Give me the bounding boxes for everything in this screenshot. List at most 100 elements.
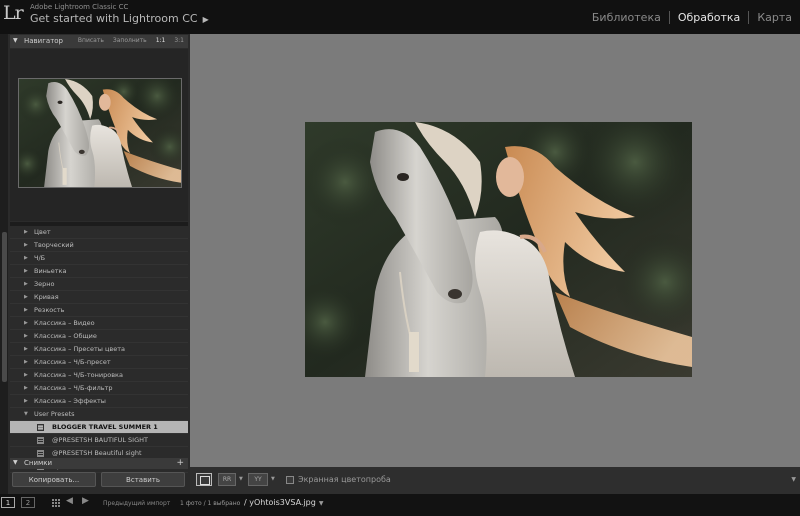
preset-folder[interactable]: ▶ Цвет xyxy=(10,226,188,239)
copy-button[interactable]: Копировать... xyxy=(12,472,96,487)
triangle-right-icon[interactable]: ▶ xyxy=(24,333,32,339)
triangle-down-icon[interactable]: ▼ xyxy=(13,37,18,44)
preset-folder-label: Классика – Ч/Б-пресет xyxy=(34,358,111,366)
soft-proofing-label: Экранная цветопроба xyxy=(298,475,391,484)
preset-folder-label: Кривая xyxy=(34,293,59,301)
triangle-right-icon[interactable]: ▶ xyxy=(24,385,32,391)
soft-proofing-checkbox[interactable] xyxy=(286,476,294,484)
preset-folder[interactable]: ▶ Ч/Б xyxy=(10,252,188,265)
triangle-right-icon[interactable]: ▶ xyxy=(24,281,32,287)
preset-folder-label: Ч/Б xyxy=(34,254,46,262)
triangle-right-icon[interactable]: ▶ xyxy=(24,242,32,248)
chevron-down-icon[interactable]: ▼ xyxy=(239,476,243,482)
triangle-right-icon[interactable]: ▶ xyxy=(24,255,32,261)
preset-folder-label: Цвет xyxy=(34,228,51,236)
add-snapshot-icon[interactable]: + xyxy=(176,458,184,468)
navigator-header[interactable]: ▼ Навигатор Вписать Заполнить 1:1 3:1 xyxy=(10,35,188,48)
preset-icon xyxy=(37,449,44,457)
preset-folder[interactable]: ▶ Резкость xyxy=(10,304,188,317)
chevron-down-icon: ▼ xyxy=(318,500,324,507)
play-arrow-icon: ▶ xyxy=(202,15,209,24)
preset-icon xyxy=(37,436,44,444)
filename-selector[interactable]: / yOhtois3VSA.jpg ▼ xyxy=(244,498,323,507)
zoom-fit[interactable]: Вписать xyxy=(78,37,104,44)
preset-folder-label: Виньетка xyxy=(34,267,67,275)
preset-folder[interactable]: ▶ Классика – Видео xyxy=(10,317,188,330)
before-after-swap-button[interactable]: YY xyxy=(248,473,268,486)
preset-folder-label: Классика – Ч/Б-тонировка xyxy=(34,371,123,379)
get-started-link[interactable]: Get started with Lightroom CC ▶ xyxy=(30,12,209,25)
triangle-right-icon[interactable]: ▶ xyxy=(24,398,32,404)
triangle-right-icon[interactable]: ▶ xyxy=(24,346,32,352)
preset-folder[interactable]: ▶ Классика – Эффекты xyxy=(10,395,188,408)
main-photo[interactable] xyxy=(305,122,692,377)
main-window-button[interactable]: 1 xyxy=(1,497,15,508)
preset-folder-user[interactable]: ▼ User Presets xyxy=(10,408,188,421)
path-separator: / xyxy=(244,498,247,507)
second-window-button[interactable]: 2 xyxy=(21,497,35,508)
preset-item-label: BLOGGER TRAVEL SUMMER 1 xyxy=(52,423,158,431)
preset-folder[interactable]: ▶ Классика – Общие xyxy=(10,330,188,343)
preset-folder-label: Зерно xyxy=(34,280,55,288)
zoom-3-1[interactable]: 3:1 xyxy=(174,37,184,44)
preset-folder-label: User Presets xyxy=(34,410,75,418)
preset-folder-label: Резкость xyxy=(34,306,65,314)
navigator-zoom-options: Вписать Заполнить 1:1 3:1 xyxy=(78,37,184,44)
preset-folder[interactable]: ▶ Классика – Ч/Б-тонировка xyxy=(10,369,188,382)
left-panel-scrollbar[interactable] xyxy=(2,232,7,382)
preset-folder-label: Классика – Общие xyxy=(34,332,97,340)
module-picker: Библиотека Обработка Карта xyxy=(584,11,800,24)
preset-folder-label: Классика – Видео xyxy=(34,319,95,327)
preset-folder-label: Творческий xyxy=(34,241,74,249)
preset-item[interactable]: @PRESETSH BAUTIFUL SIGHT xyxy=(10,434,188,447)
preset-item-label: @PRESETSH Beautiful sight xyxy=(52,449,142,457)
chevron-down-icon[interactable]: ▼ xyxy=(271,476,275,482)
snapshots-title: Снимки xyxy=(24,459,53,467)
zoom-fill[interactable]: Заполнить xyxy=(113,37,147,44)
presets-list: ▶ Цвет ▶ Творческий ▶ Ч/Б ▶ Виньетка ▶ Зерно ▶ Крив… xyxy=(10,226,188,473)
filename: yOhtois3VSA.jpg xyxy=(249,498,316,507)
get-started-label: Get started with Lightroom CC xyxy=(30,12,198,25)
preset-folder[interactable]: ▶ Классика – Ч/Б-пресет xyxy=(10,356,188,369)
toolbar-menu-icon[interactable]: ▼ xyxy=(791,476,796,483)
preset-folder[interactable]: ▶ Зерно xyxy=(10,278,188,291)
preset-folder[interactable]: ▶ Творческий xyxy=(10,239,188,252)
develop-toolbar: RR ▼ YY ▼ Экранная цветопроба ▼ xyxy=(190,467,800,494)
previous-import-label[interactable]: Предыдущий импорт xyxy=(103,500,170,507)
triangle-right-icon[interactable]: ▶ xyxy=(24,320,32,326)
preset-folder[interactable]: ▶ Виньетка xyxy=(10,265,188,278)
arrow-right-icon[interactable]: ▶ xyxy=(82,496,89,506)
triangle-right-icon[interactable]: ▶ xyxy=(24,307,32,313)
triangle-right-icon[interactable]: ▶ xyxy=(24,359,32,365)
zoom-1-1[interactable]: 1:1 xyxy=(156,37,166,44)
photo-count: 1 фото / 1 выбрано xyxy=(180,500,241,507)
preset-folder-label: Классика – Пресеты цвета xyxy=(34,345,126,353)
preset-item-label: @PRESETSH BAUTIFUL SIGHT xyxy=(52,436,148,444)
triangle-down-icon[interactable]: ▼ xyxy=(24,411,32,417)
triangle-right-icon[interactable]: ▶ xyxy=(24,294,32,300)
preset-folder-label: Классика – Ч/Б-фильтр xyxy=(34,384,113,392)
module-develop[interactable]: Обработка xyxy=(668,11,748,24)
navigator-title: Навигатор xyxy=(24,37,63,45)
preset-folder-label: Классика – Эффекты xyxy=(34,397,106,405)
snapshots-header[interactable]: ▼ Снимки + xyxy=(10,458,188,469)
triangle-down-icon[interactable]: ▼ xyxy=(13,459,18,466)
preset-folder[interactable]: ▶ Классика – Пресеты цвета xyxy=(10,343,188,356)
preset-folder[interactable]: ▶ Кривая xyxy=(10,291,188,304)
preset-icon xyxy=(37,423,44,431)
arrow-left-icon[interactable]: ◀ xyxy=(66,496,73,506)
module-library[interactable]: Библиотека xyxy=(584,11,669,24)
loupe-view-button[interactable] xyxy=(196,473,212,486)
preset-item[interactable]: BLOGGER TRAVEL SUMMER 1 xyxy=(10,421,188,434)
before-after-button[interactable]: RR xyxy=(218,473,236,486)
preset-folder[interactable]: ▶ Классика – Ч/Б-фильтр xyxy=(10,382,188,395)
module-map[interactable]: Карта xyxy=(748,11,800,24)
triangle-right-icon[interactable]: ▶ xyxy=(24,372,32,378)
lightroom-logo: Lr xyxy=(3,2,24,24)
triangle-right-icon[interactable]: ▶ xyxy=(24,229,32,235)
navigator-thumbnail[interactable] xyxy=(18,78,182,188)
triangle-right-icon[interactable]: ▶ xyxy=(24,268,32,274)
grid-icon[interactable] xyxy=(51,498,60,507)
paste-button[interactable]: Вставить xyxy=(101,472,185,487)
app-name: Adobe Lightroom Classic CC xyxy=(30,3,129,11)
